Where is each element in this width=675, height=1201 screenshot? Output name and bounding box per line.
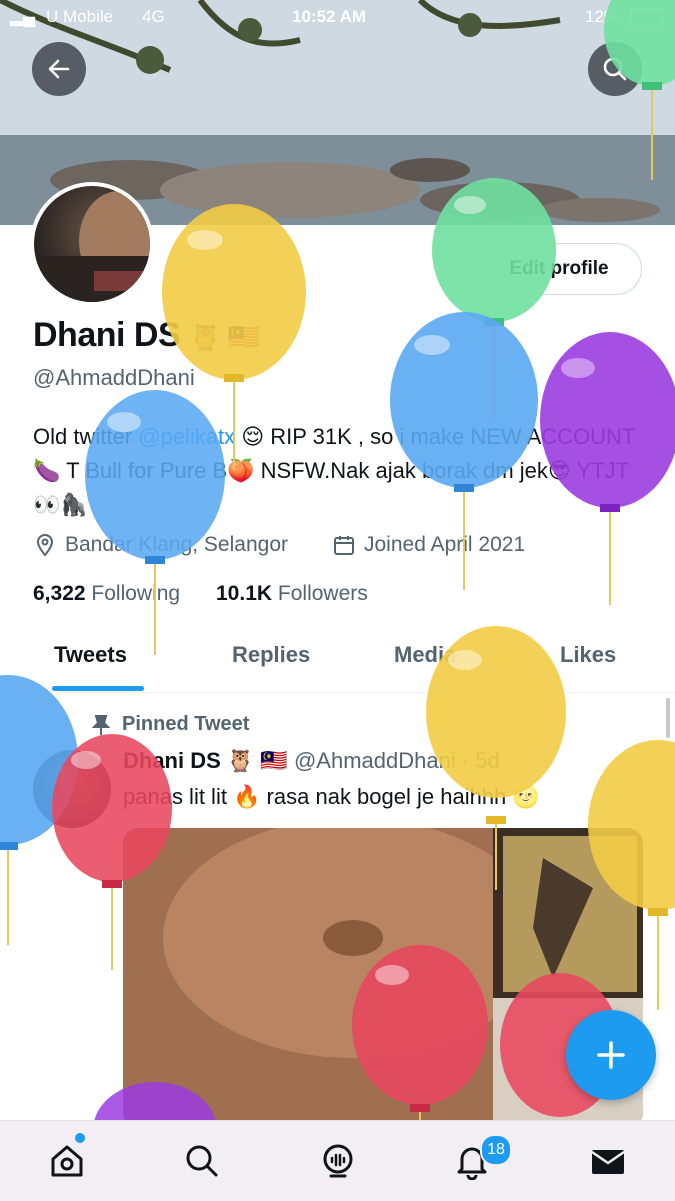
bottom-navigation — [0, 1120, 675, 1201]
nav-home[interactable] — [45, 1139, 89, 1183]
balloon-red-1 — [52, 734, 172, 970]
nav-spaces[interactable] — [316, 1139, 360, 1183]
notifications-badge: 18 — [480, 1134, 512, 1166]
balloon-yellow-3 — [588, 740, 675, 1010]
balloon-red-2 — [352, 945, 488, 1120]
plus-icon — [597, 1041, 625, 1069]
balloon-blue-2 — [85, 390, 225, 655]
spaces-icon — [323, 1144, 353, 1178]
home-icon — [51, 1145, 83, 1177]
nav-messages[interactable] — [586, 1139, 630, 1183]
mail-icon — [591, 1150, 625, 1174]
balloons-overlay — [0, 0, 675, 1178]
home-unread-dot — [75, 1133, 85, 1143]
search-icon — [186, 1145, 218, 1177]
compose-tweet-button[interactable] — [566, 1010, 656, 1100]
nav-search[interactable] — [180, 1139, 224, 1183]
balloon-green-top — [604, 0, 675, 180]
balloon-yellow-2 — [426, 626, 566, 890]
balloon-purple-1 — [540, 332, 675, 605]
balloon-blue-1 — [390, 312, 538, 590]
